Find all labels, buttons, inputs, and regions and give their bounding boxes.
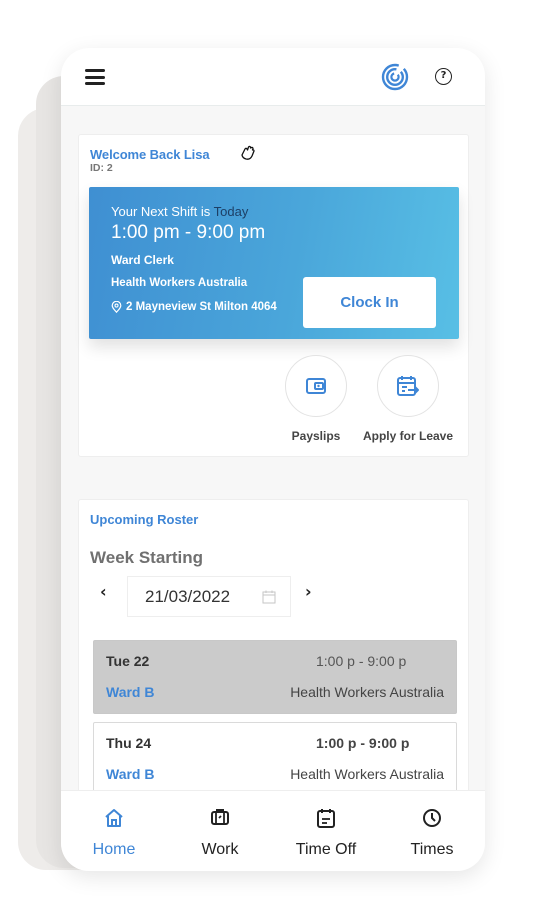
nav-label-home: Home (92, 841, 136, 858)
next-shift-time: 1:00 pm - 9:00 pm (111, 222, 266, 243)
roster-company: Health Workers Australia (290, 766, 444, 782)
payslips-action[interactable]: Payslips (284, 355, 348, 443)
next-week-button[interactable]: › (305, 582, 312, 601)
roster-ward: Ward B (106, 684, 155, 700)
next-shift-heading: Your Next Shift is Today (111, 204, 248, 219)
apply-for-leave-action[interactable]: Apply for Leave (363, 355, 453, 443)
calendar-picker-icon[interactable] (262, 590, 276, 604)
roster-row[interactable]: Tue 22 1:00 p - 9:00 p Ward B Health Wor… (93, 640, 457, 714)
payslips-label: Payslips (291, 429, 341, 443)
next-shift-heading-prefix: Your Next Shift is (111, 204, 211, 219)
apply-for-leave-button[interactable] (377, 355, 439, 417)
briefcase-icon (211, 809, 229, 825)
location-pin-icon (111, 301, 122, 313)
employee-id: ID: 2 (90, 162, 113, 174)
nav-item-work[interactable]: Work (167, 791, 273, 871)
roster-day: Thu 24 (106, 735, 152, 751)
calendar-icon (317, 809, 335, 828)
nav-label-time-off: Time Off (295, 841, 357, 858)
nav-label-work: Work (201, 841, 239, 858)
week-starting-label: Week Starting (90, 548, 204, 567)
roster-ward: Ward B (106, 766, 155, 782)
roster-row[interactable]: Thu 24 1:00 p - 9:00 p Ward B Health Wor… (93, 722, 457, 796)
next-shift-company: Health Workers Australia (111, 277, 248, 289)
help-question-icon[interactable]: ? (435, 68, 452, 85)
roster-title: Upcoming Roster (90, 512, 199, 527)
home-icon (105, 809, 123, 827)
welcome-card: Welcome Back Lisa ID: 2 Your Next Shift … (78, 134, 469, 457)
wallet-icon (306, 378, 326, 394)
next-shift-role: Ward Clerk (111, 253, 174, 267)
roster-company: Health Workers Australia (290, 684, 444, 700)
spiral-logo-icon[interactable] (381, 63, 409, 91)
calendar-leave-icon (397, 376, 419, 396)
roster-day: Tue 22 (106, 653, 150, 669)
next-shift-panel: Your Next Shift is Today 1:00 pm - 9:00 … (89, 187, 459, 339)
welcome-title: Welcome Back Lisa (90, 147, 210, 162)
nav-item-time-off[interactable]: Time Off (273, 791, 379, 871)
bottom-navigation: Home Work Time Off Times (61, 790, 485, 871)
waving-hand-icon (241, 145, 255, 160)
clock-icon (423, 809, 441, 827)
clock-in-button[interactable]: Clock In (303, 277, 436, 328)
week-start-date-input[interactable]: 21/03/2022 (127, 576, 291, 617)
next-shift-day: Today (213, 204, 249, 219)
nav-label-times: Times (410, 841, 454, 858)
payslips-button[interactable] (285, 355, 347, 417)
next-shift-address: 2 Mayneview St Milton 4064 (111, 301, 277, 313)
next-shift-address-text: 2 Mayneview St Milton 4064 (126, 301, 277, 313)
hamburger-menu-icon[interactable] (85, 69, 105, 85)
nav-item-home[interactable]: Home (61, 791, 167, 871)
week-start-date-value: 21/03/2022 (145, 586, 231, 606)
apply-for-leave-label: Apply for Leave (362, 429, 454, 443)
phone-frame: ? Welcome Back Lisa ID: 2 Your Next Shif… (61, 48, 485, 871)
roster-time: 1:00 p - 9:00 p (316, 735, 410, 751)
top-bar: ? (61, 48, 485, 106)
upcoming-roster-card: Upcoming Roster Week Starting ‹ 21/03/20… (78, 499, 469, 829)
previous-week-button[interactable]: ‹ (100, 582, 107, 601)
roster-time: 1:00 p - 9:00 p (316, 653, 407, 669)
nav-item-times[interactable]: Times (379, 791, 485, 871)
